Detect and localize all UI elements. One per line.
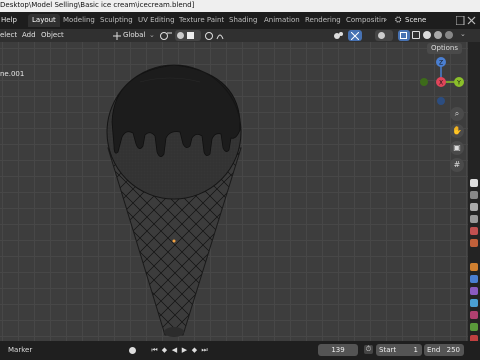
- timeline-bar: Marker ⏮ ◆ ◀ ▶ ◆ ⏭ 139 ⏱ Start 1 End 250: [0, 341, 480, 360]
- proportional-edit-icon[interactable]: [205, 31, 227, 40]
- scene-icon[interactable]: ⛭: [395, 15, 403, 24]
- play-reverse-icon[interactable]: ◀: [170, 345, 179, 355]
- physics-tab-icon[interactable]: [470, 299, 478, 307]
- current-frame-value: 139: [331, 346, 345, 354]
- tab-sculpting[interactable]: Sculpting: [96, 14, 137, 27]
- pivot-point-icon[interactable]: [159, 31, 173, 40]
- orientation-dropdown[interactable]: Global: [123, 31, 145, 39]
- visibility-icon[interactable]: [332, 31, 346, 40]
- wireframe-shading-icon[interactable]: [412, 31, 420, 39]
- object-tab-icon[interactable]: [470, 263, 478, 271]
- xray-icon: [400, 32, 407, 39]
- zoom-icon[interactable]: ⌕: [450, 107, 464, 121]
- start-label: Start: [379, 346, 397, 354]
- snap-target-icon: [187, 32, 194, 39]
- neg-z-axis-icon: [437, 97, 445, 105]
- gizmo-icon: [351, 32, 359, 40]
- snap-icon: [177, 32, 184, 39]
- data-tab-icon[interactable]: [470, 323, 478, 331]
- constraints-tab-icon[interactable]: [470, 311, 478, 319]
- jump-start-icon[interactable]: ⏮: [150, 345, 159, 355]
- svg-text:X: X: [439, 80, 443, 87]
- end-label: End: [427, 346, 441, 354]
- tab-texture-paint[interactable]: Texture Paint: [175, 14, 228, 27]
- scene-name[interactable]: Scene: [405, 16, 426, 24]
- solid-shading-icon[interactable]: [423, 31, 431, 39]
- svg-text:Y: Y: [456, 80, 461, 87]
- next-keyframe-icon[interactable]: ◆: [190, 345, 199, 355]
- render-tab-icon[interactable]: [470, 191, 478, 199]
- tab-animation[interactable]: Animation: [260, 14, 304, 27]
- properties-tab-strip: [468, 42, 480, 343]
- pan-hand-icon[interactable]: ✋: [450, 124, 464, 138]
- tab-layout[interactable]: Layout: [28, 14, 60, 27]
- orientation-icon: [113, 32, 121, 40]
- navigation-gizmo[interactable]: Z Y X: [415, 56, 467, 108]
- material-shading-icon[interactable]: [434, 31, 442, 39]
- overlays-icon: [378, 32, 385, 39]
- preview-range-icon[interactable]: ⏱: [364, 345, 373, 354]
- gizmo-toggle[interactable]: [348, 30, 362, 41]
- current-frame-field[interactable]: 139: [318, 344, 358, 356]
- viewport-header: elect Add Object Global ⌄ ⌄: [0, 29, 480, 42]
- rendered-shading-icon[interactable]: [445, 31, 453, 39]
- output-tab-icon[interactable]: [470, 203, 478, 211]
- camera-view-icon[interactable]: ▣: [450, 141, 464, 155]
- shading-options-icon[interactable]: ⌄: [460, 30, 466, 38]
- world-tab-icon[interactable]: [470, 239, 478, 247]
- select-menu[interactable]: elect: [0, 31, 17, 39]
- object-menu[interactable]: Object: [41, 31, 64, 39]
- particles-tab-icon[interactable]: [470, 287, 478, 295]
- marker-menu[interactable]: Marker: [8, 346, 32, 354]
- xray-toggle[interactable]: [398, 30, 410, 41]
- add-menu[interactable]: Add: [22, 31, 36, 39]
- chevron-down-icon[interactable]: ⌄: [149, 31, 155, 39]
- window-title-bar: Desktop\Model Selling\Basic ice cream\ic…: [0, 0, 480, 12]
- scene-actions-icon[interactable]: [456, 16, 476, 25]
- help-menu[interactable]: Help: [1, 16, 17, 24]
- overlays-toggle[interactable]: [375, 30, 393, 41]
- play-icon[interactable]: ▶: [180, 345, 189, 355]
- tab-uv-editing[interactable]: UV Editing: [134, 14, 179, 27]
- cone-tip: [164, 327, 184, 337]
- modifier-tab-icon[interactable]: [470, 275, 478, 283]
- ice-cream-mesh[interactable]: [0, 42, 480, 341]
- start-frame-field[interactable]: Start 1: [376, 344, 422, 356]
- top-bar: Help Layout Modeling Sculpting UV Editin…: [0, 12, 480, 29]
- tab-shading[interactable]: Shading: [225, 14, 261, 27]
- neg-y-axis-icon: [420, 78, 428, 86]
- window-title: Desktop\Model Selling\Basic ice cream\ic…: [0, 1, 195, 9]
- svg-text:Z: Z: [439, 60, 443, 67]
- scroll-right-icon[interactable]: ›: [384, 15, 387, 24]
- tab-compositing[interactable]: Compositin: [342, 14, 389, 27]
- end-frame-field[interactable]: End 250: [424, 344, 464, 356]
- tool-tab-icon[interactable]: [470, 179, 478, 187]
- prev-keyframe-icon[interactable]: ◆: [160, 345, 169, 355]
- scene-tab-icon[interactable]: [470, 227, 478, 235]
- tab-rendering[interactable]: Rendering: [301, 14, 345, 27]
- jump-end-icon[interactable]: ⏭: [200, 345, 209, 355]
- 3d-viewport[interactable]: ne.001 Options Z Y X ⌕ ✋ ▣ #: [0, 42, 480, 341]
- object-origin: [172, 239, 176, 243]
- view-layer-tab-icon[interactable]: [470, 215, 478, 223]
- start-value: 1: [413, 346, 418, 354]
- end-value: 250: [446, 346, 460, 354]
- tab-modeling[interactable]: Modeling: [59, 14, 99, 27]
- snap-toggle[interactable]: [175, 30, 201, 41]
- perspective-grid-icon[interactable]: #: [450, 158, 464, 172]
- record-icon[interactable]: [129, 347, 136, 354]
